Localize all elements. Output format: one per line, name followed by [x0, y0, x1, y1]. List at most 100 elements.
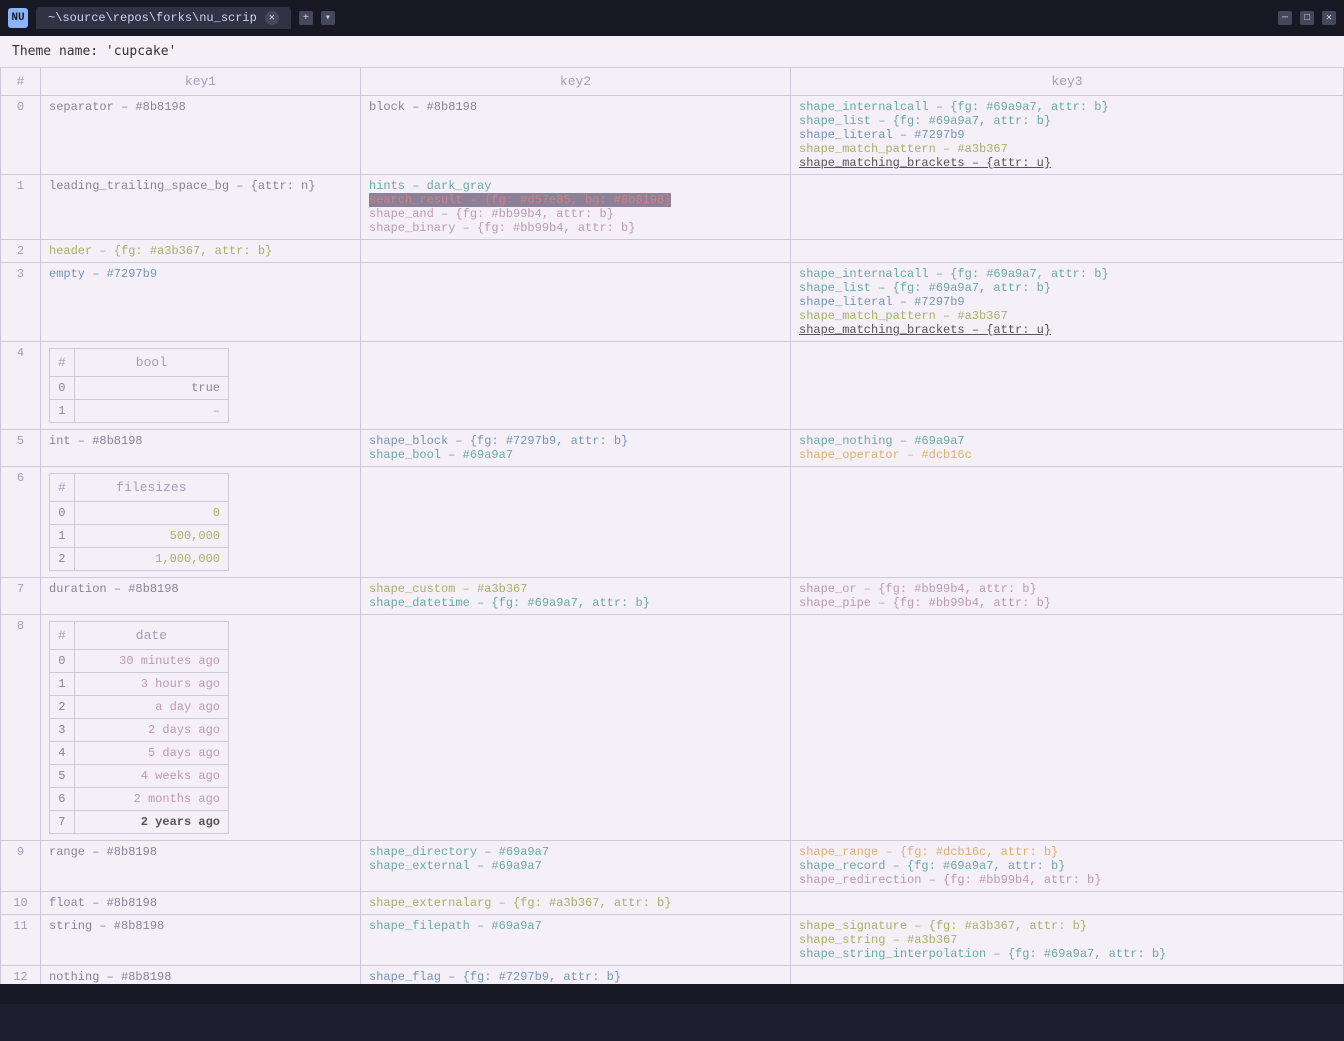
row-num: 1 — [1, 175, 41, 240]
table-row: 12 nothing – #8b8198 shape_flag – {fg: #… — [1, 966, 1344, 985]
mini-row: 0 0 — [50, 502, 229, 525]
mini-val: 2 months ago — [74, 788, 228, 811]
cell-key2: block – #8b8198 — [361, 96, 791, 175]
cell-key3 — [791, 342, 1344, 430]
cell-key2 — [361, 263, 791, 342]
mini-num: 0 — [50, 377, 75, 400]
cell-key3 — [791, 966, 1344, 985]
row-num: 4 — [1, 342, 41, 430]
table-row: 5 int – #8b8198 shape_block – {fg: #7297… — [1, 430, 1344, 467]
row-num: 12 — [1, 966, 41, 985]
mini-row: 5 4 weeks ago — [50, 765, 229, 788]
mini-val: 2 days ago — [74, 719, 228, 742]
table-row: 9 range – #8b8198 shape_directory – #69a… — [1, 841, 1344, 892]
mini-num: 1 — [50, 673, 75, 696]
mini-row: 1 500,000 — [50, 525, 229, 548]
mini-row: 0 30 minutes ago — [50, 650, 229, 673]
mini-num: 1 — [50, 400, 75, 423]
cell-key2: shape_filepath – #69a9a7 — [361, 915, 791, 966]
mini-num: 2 — [50, 548, 75, 571]
row-num: 5 — [1, 430, 41, 467]
col-header-key2: key2 — [361, 68, 791, 96]
mini-row: 7 2 years ago — [50, 811, 229, 834]
mini-col-num: # — [50, 622, 75, 650]
status-bar — [0, 984, 1344, 1004]
cell-key1: header – {fg: #a3b367, attr: b} — [41, 240, 361, 263]
mini-val: 30 minutes ago — [74, 650, 228, 673]
table-row: 11 string – #8b8198 shape_filepath – #69… — [1, 915, 1344, 966]
mini-val: – — [74, 400, 228, 423]
mini-num: 0 — [50, 650, 75, 673]
cell-key3 — [791, 892, 1344, 915]
cell-key1: leading_trailing_space_bg – {attr: n} — [41, 175, 361, 240]
mini-num: 1 — [50, 525, 75, 548]
row-num: 10 — [1, 892, 41, 915]
mini-num: 0 — [50, 502, 75, 525]
cell-key2: hints – dark_gray search_result – {fg: #… — [361, 175, 791, 240]
mini-row: 0 true — [50, 377, 229, 400]
cell-key3: shape_or – {fg: #bb99b4, attr: b} shape_… — [791, 578, 1344, 615]
cell-key3 — [791, 615, 1344, 841]
row-num: 8 — [1, 615, 41, 841]
mini-num: 4 — [50, 742, 75, 765]
cell-key2 — [361, 615, 791, 841]
mini-col-filesizes: filesizes — [74, 474, 228, 502]
cell-key1: range – #8b8198 — [41, 841, 361, 892]
mini-row: 2 1,000,000 — [50, 548, 229, 571]
table-row: 10 float – #8b8198 shape_externalarg – {… — [1, 892, 1344, 915]
cell-key3: shape_internalcall – {fg: #69a9a7, attr:… — [791, 96, 1344, 175]
cell-key2 — [361, 467, 791, 578]
mini-val: 5 days ago — [74, 742, 228, 765]
cell-key2 — [361, 240, 791, 263]
cell-key1: separator – #8b8198 — [41, 96, 361, 175]
col-header-num: # — [1, 68, 41, 96]
cell-key1: nothing – #8b8198 — [41, 966, 361, 985]
mini-row: 1 3 hours ago — [50, 673, 229, 696]
mini-num: 7 — [50, 811, 75, 834]
theme-bar: Theme name: 'cupcake' — [0, 36, 1344, 67]
minimize-button[interactable]: ─ — [1278, 11, 1292, 25]
cell-key1: string – #8b8198 — [41, 915, 361, 966]
cell-key3 — [791, 467, 1344, 578]
cell-key2: shape_block – {fg: #7297b9, attr: b} sha… — [361, 430, 791, 467]
table-row: 8 # date 0 30 minutes ago — [1, 615, 1344, 841]
mini-row: 6 2 months ago — [50, 788, 229, 811]
cell-key2: shape_externalarg – {fg: #a3b367, attr: … — [361, 892, 791, 915]
duration-mini-table: # date 0 30 minutes ago 1 3 hours — [49, 621, 229, 834]
close-button[interactable]: ✕ — [1322, 11, 1336, 25]
mini-num: 5 — [50, 765, 75, 788]
tab-label: ~\source\repos\forks\nu_scrip — [48, 11, 257, 25]
dropdown-button[interactable]: ▾ — [321, 11, 335, 25]
main-content: # key1 key2 key3 0 separator – #8b8198 b… — [0, 67, 1344, 984]
data-table: # key1 key2 key3 0 separator – #8b8198 b… — [0, 67, 1344, 984]
tab-close-button[interactable]: ✕ — [265, 11, 279, 25]
table-row: 7 duration – #8b8198 shape_custom – #a3b… — [1, 578, 1344, 615]
cell-key3: shape_internalcall – {fg: #69a9a7, attr:… — [791, 263, 1344, 342]
table-row: 3 empty – #7297b9 shape_internalcall – {… — [1, 263, 1344, 342]
active-tab[interactable]: ~\source\repos\forks\nu_scrip ✕ — [36, 7, 291, 29]
table-row: 1 leading_trailing_space_bg – {attr: n} … — [1, 175, 1344, 240]
cell-key2 — [361, 342, 791, 430]
mini-col-date: date — [74, 622, 228, 650]
cell-key1: empty – #7297b9 — [41, 263, 361, 342]
mini-row: 4 5 days ago — [50, 742, 229, 765]
cell-key1-duration: # date 0 30 minutes ago 1 3 hours — [41, 615, 361, 841]
maximize-button[interactable]: □ — [1300, 11, 1314, 25]
mini-val: 500,000 — [74, 525, 228, 548]
cell-key1: float – #8b8198 — [41, 892, 361, 915]
new-tab-button[interactable]: + — [299, 11, 313, 25]
mini-val: true — [74, 377, 228, 400]
col-header-key3: key3 — [791, 68, 1344, 96]
cell-key2: shape_directory – #69a9a7 shape_external… — [361, 841, 791, 892]
bool-mini-table: # bool 0 true 1 – — [49, 348, 229, 423]
mini-val: a day ago — [74, 696, 228, 719]
row-num: 2 — [1, 240, 41, 263]
cell-key3: shape_signature – {fg: #a3b367, attr: b}… — [791, 915, 1344, 966]
mini-num: 2 — [50, 696, 75, 719]
mini-row: 2 a day ago — [50, 696, 229, 719]
table-row: 2 header – {fg: #a3b367, attr: b} — [1, 240, 1344, 263]
cell-key3 — [791, 175, 1344, 240]
mini-val: 3 hours ago — [74, 673, 228, 696]
mini-row: 1 – — [50, 400, 229, 423]
cell-key1: duration – #8b8198 — [41, 578, 361, 615]
